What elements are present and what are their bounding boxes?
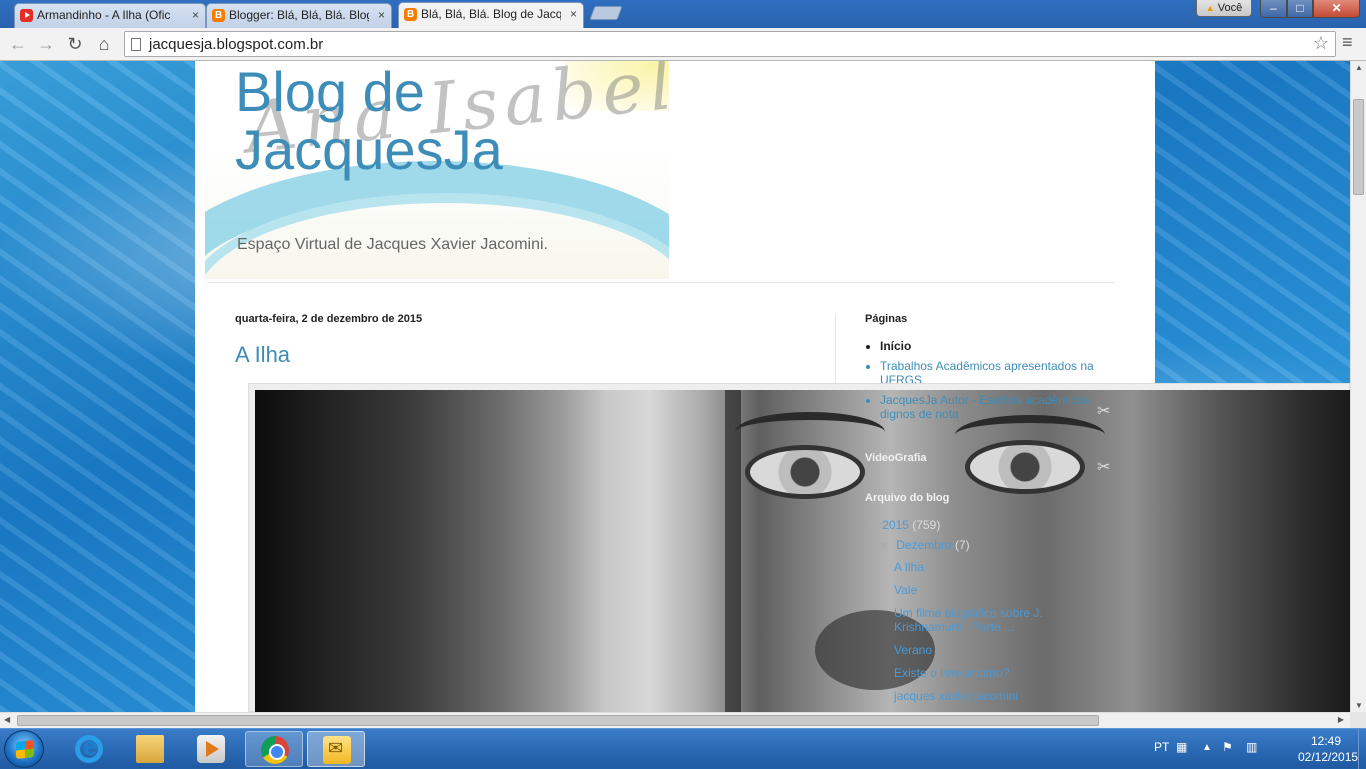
menu-icon[interactable]: ≡ <box>1342 32 1353 53</box>
scroll-thumb[interactable] <box>1353 99 1364 195</box>
scroll-thumb[interactable] <box>17 715 1099 726</box>
sidebar-lower: ✂ VideoGrafia ✂ Arquivo do blog ▼ 2015 (… <box>865 399 1125 712</box>
horizontal-scrollbar[interactable]: ◀ ▶ <box>0 712 1350 728</box>
archive-post-link[interactable]: Um filme biográfico sobre J. Krishnamurt… <box>894 606 1054 634</box>
archive-year-link[interactable]: 2015 <box>882 518 909 532</box>
archive-post-link[interactable]: Existe o livre arbítrio? <box>894 666 1125 680</box>
tab-close-icon[interactable]: × <box>378 4 385 26</box>
collapse-toggle-icon[interactable]: ▼ <box>865 521 875 532</box>
tab-blogger-dashboard[interactable]: Blogger: Blá, Blá, Blá. Blog × <box>206 3 392 28</box>
tab-title: Blá, Blá, Blá. Blog de Jacqu <box>421 7 561 21</box>
windows-logo-icon <box>16 740 34 759</box>
clock-date[interactable]: 02/12/2015 <box>1298 750 1358 764</box>
page-link-inicio[interactable]: Início <box>880 339 1125 353</box>
archive-post-link[interactable]: Vale <box>894 583 1125 597</box>
blog-title[interactable]: Blog de JacquesJa <box>235 63 503 179</box>
page-link-autor[interactable]: JacquesJa Autor - Escritos acadêmicos di… <box>880 393 1125 421</box>
tab-title: Armandinho - A Ilha (Ofic <box>37 8 171 22</box>
blogger-icon <box>212 5 225 27</box>
browser-tab-strip: Armandinho - A Ilha (Ofic × Blogger: Blá… <box>0 0 1366 28</box>
scroll-down-icon[interactable]: ▼ <box>1355 701 1363 710</box>
page-icon <box>131 38 141 51</box>
bookmark-star-icon[interactable]: ☆ <box>1313 33 1329 54</box>
network-icon[interactable]: ▥ <box>1246 740 1257 754</box>
show-hidden-icons[interactable]: ▲ <box>1202 742 1212 753</box>
archive-month-link[interactable]: Dezembro <box>896 538 951 552</box>
scroll-up-icon[interactable]: ▲ <box>1355 63 1363 72</box>
vertical-scrollbar[interactable]: ▲ ▼ <box>1350 61 1366 712</box>
keyboard-icon[interactable]: ▦ <box>1176 740 1187 754</box>
blog-title-line1: Blog de <box>235 61 425 123</box>
archive-month-count: (7) <box>954 538 970 552</box>
browser-toolbar: ← → ↻ ⌂ jacquesja.blogspot.com.br ☆ ≡ <box>0 28 1366 61</box>
maximize-button[interactable]: □ <box>1287 0 1313 18</box>
media-player-icon <box>197 735 225 763</box>
close-window-button[interactable]: ✕ <box>1313 0 1360 18</box>
scroll-right-icon[interactable]: ▶ <box>1338 715 1344 724</box>
tab-title: Blogger: Blá, Blá, Blá. Blog <box>229 8 369 22</box>
warning-icon: ▲ <box>1205 3 1215 13</box>
reload-icon[interactable]: ↻ <box>63 32 87 56</box>
column-divider <box>835 314 836 384</box>
post-date: quarta-feira, 2 de dezembro de 2015 <box>235 313 423 325</box>
post-title[interactable]: A Ilha <box>235 342 290 368</box>
taskbar-chrome[interactable] <box>245 731 303 767</box>
blog-title-line2: JacquesJa <box>235 118 503 181</box>
video-player[interactable] <box>248 383 1350 712</box>
file-explorer-icon <box>136 735 164 763</box>
archive-title: Arquivo do blog <box>865 492 950 504</box>
youtube-icon <box>20 9 33 22</box>
tab-close-icon[interactable]: × <box>192 4 199 26</box>
user-profile-button[interactable]: ▲ Você <box>1196 0 1252 17</box>
language-indicator[interactable]: PT <box>1154 740 1169 754</box>
taskbar-file-explorer[interactable] <box>121 731 179 767</box>
chrome-icon <box>261 736 289 764</box>
video-frame[interactable] <box>255 390 1350 712</box>
sidebar: Páginas Início Trabalhos Acadêmicos apre… <box>865 313 1125 427</box>
archive-post-link[interactable]: Verano <box>894 643 1125 657</box>
new-tab-button[interactable] <box>589 6 623 20</box>
internet-explorer-icon <box>75 731 103 763</box>
action-center-flag-icon[interactable]: ⚑ <box>1222 740 1233 754</box>
archive-post-link[interactable]: A Ilha <box>894 560 1125 574</box>
page-viewport: Ana Isabel Blog de JacquesJa Espaço Virt… <box>0 61 1350 712</box>
forward-arrow-icon[interactable]: → <box>34 32 58 56</box>
tab-blog-jacquesja[interactable]: Blá, Blá, Blá. Blog de Jacqu × <box>398 2 584 28</box>
pages-list: Início Trabalhos Acadêmicos apresentados… <box>880 339 1125 421</box>
user-label: Você <box>1217 2 1243 14</box>
edit-tools-icon[interactable]: ✂ <box>1097 457 1110 477</box>
minimize-button[interactable]: – <box>1260 0 1287 18</box>
taskbar-internet-explorer[interactable] <box>60 731 118 767</box>
outlook-icon <box>323 736 351 764</box>
url-text: jacquesja.blogspot.com.br <box>149 36 324 53</box>
show-desktop-button[interactable] <box>1358 729 1366 769</box>
system-tray: PT ▦ ▲ ⚑ ▥ 12:49 02/12/2015 <box>1148 729 1366 769</box>
divider <box>207 282 1115 283</box>
tab-armandinho[interactable]: Armandinho - A Ilha (Ofic × <box>14 3 206 28</box>
blog-description: Espaço Virtual de Jacques Xavier Jacomin… <box>237 236 548 253</box>
start-button[interactable] <box>4 730 44 768</box>
tab-close-icon[interactable]: × <box>570 3 577 25</box>
blogger-icon <box>404 4 417 26</box>
videografia-title: VideoGrafia <box>865 452 927 464</box>
scroll-left-icon[interactable]: ◀ <box>4 715 10 724</box>
clock-time[interactable]: 12:49 <box>1298 734 1354 748</box>
back-arrow-icon[interactable]: ← <box>6 32 30 56</box>
archive-year-count: (759) <box>912 518 941 532</box>
archive-tree: ▼ 2015 (759) ▼ Dezembro (7) A Ilha Vale … <box>865 518 1125 703</box>
pages-widget-title: Páginas <box>865 313 908 325</box>
taskbar-media-player[interactable] <box>182 731 240 767</box>
collapse-toggle-icon[interactable]: ▼ <box>879 541 889 552</box>
video-eye-left <box>745 445 865 499</box>
address-bar[interactable]: jacquesja.blogspot.com.br ☆ <box>124 31 1336 57</box>
taskbar-outlook[interactable] <box>307 731 365 767</box>
archive-post-link[interactable]: jacques xavier jacomini <box>894 689 1125 703</box>
taskbar: PT ▦ ▲ ⚑ ▥ 12:49 02/12/2015 <box>0 728 1366 769</box>
home-icon[interactable]: ⌂ <box>92 32 116 56</box>
